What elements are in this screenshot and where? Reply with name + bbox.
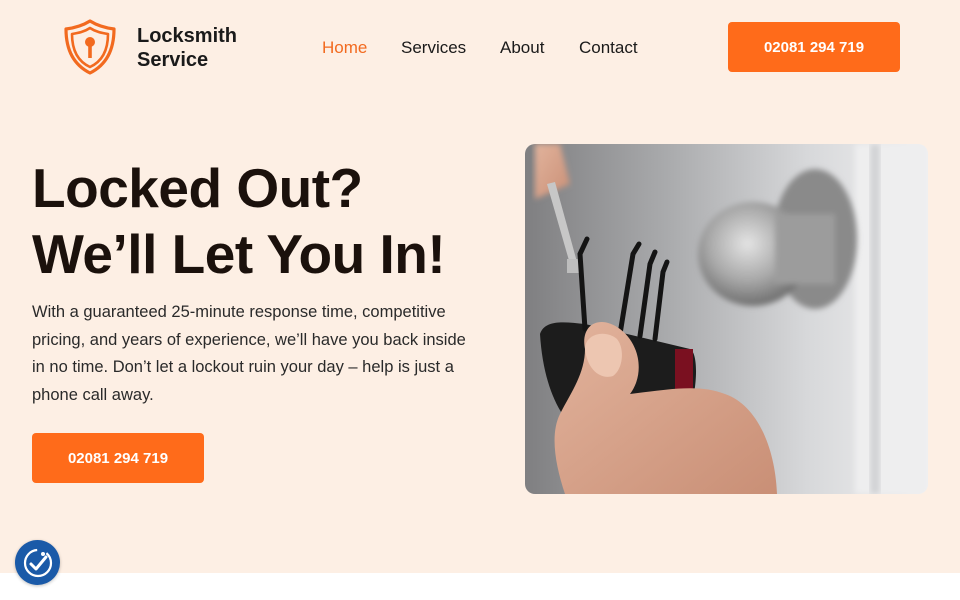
accessibility-check-icon[interactable]: [15, 540, 60, 585]
lockpicking-photo: [525, 144, 928, 494]
nav-item-services[interactable]: Services: [401, 37, 466, 59]
page: Locksmith Service Home Services About Co…: [0, 0, 960, 600]
site-header: Locksmith Service Home Services About Co…: [0, 0, 960, 100]
nav-item-contact[interactable]: Contact: [579, 37, 638, 59]
brand-name-line2: Service: [137, 49, 209, 71]
hero-title-line1: Locked Out?: [32, 157, 363, 219]
hero-title: Locked Out? We’ll Let You In!: [32, 155, 446, 287]
brand-name[interactable]: Locksmith Service: [137, 24, 237, 72]
nav-item-home[interactable]: Home: [322, 37, 367, 59]
brand-name-line1: Locksmith: [137, 25, 238, 47]
hero-phone-button[interactable]: 02081 294 719: [32, 433, 204, 483]
hero-title-line2: We’ll Let You In!: [32, 223, 446, 285]
hero-image: [525, 144, 928, 494]
hero-description: With a guaranteed 25-minute response tim…: [32, 303, 466, 404]
shield-keyhole-icon[interactable]: [62, 18, 118, 76]
header-phone-button[interactable]: 02081 294 719: [728, 22, 900, 72]
nav-item-about[interactable]: About: [500, 37, 544, 59]
next-section: [0, 573, 960, 600]
